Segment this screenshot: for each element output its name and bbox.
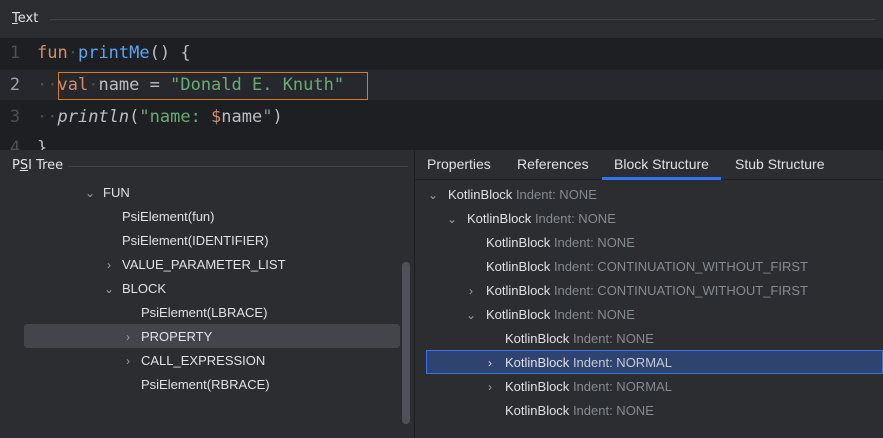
tree-item-property[interactable]: › PROPERTY: [122, 325, 212, 349]
block-tree-item[interactable]: KotlinBlock Indent: NONE: [505, 327, 654, 351]
block-tree-item[interactable]: KotlinBlock Indent: NONE: [486, 231, 635, 255]
block-tree-item[interactable]: KotlinBlock Indent: CONTINUATION_WITHOUT…: [486, 255, 808, 279]
chevron-right-icon[interactable]: ›: [465, 279, 477, 303]
text-section-header: Text: [0, 0, 883, 38]
psi-tree-panel: PSI Tree ⌄ FUN PsiElement(fun) PsiElemen…: [0, 150, 414, 438]
tab-bar: Properties References Block Structure St…: [415, 150, 883, 180]
block-tree-item[interactable]: ⌄ KotlinBlock Indent: NONE: [446, 207, 616, 231]
chevron-down-icon[interactable]: ⌄: [103, 277, 115, 301]
chevron-right-icon[interactable]: ›: [484, 375, 496, 399]
block-tree-item[interactable]: › KotlinBlock Indent: NORMAL: [484, 375, 672, 399]
tree-item-block[interactable]: ⌄ BLOCK: [103, 277, 166, 301]
block-tree-item[interactable]: KotlinBlock Indent: NONE: [505, 399, 654, 423]
code-editor[interactable]: 1 2 3 4 fun·printMe() { ··val·name = "Do…: [0, 38, 883, 150]
tree-item-fun[interactable]: ⌄ FUN: [84, 181, 130, 205]
tree-item[interactable]: PsiElement(IDENTIFIER): [122, 229, 269, 253]
block-tree-item[interactable]: › KotlinBlock Indent: CONTINUATION_WITHO…: [465, 279, 808, 303]
line-number: 4: [9, 138, 21, 150]
chevron-right-icon[interactable]: ›: [484, 351, 496, 375]
block-tree-item-selected[interactable]: › KotlinBlock Indent: NORMAL: [484, 351, 672, 375]
block-tree-item[interactable]: ⌄ KotlinBlock Indent: NONE: [427, 183, 597, 207]
block-tree-item[interactable]: ⌄ KotlinBlock Indent: NONE: [465, 303, 635, 327]
tree-item-call-expression[interactable]: › CALL_EXPRESSION: [122, 349, 265, 373]
tab-properties[interactable]: Properties: [415, 150, 503, 180]
chevron-right-icon[interactable]: ›: [122, 349, 134, 373]
code-line-2[interactable]: ··val·name = "Donald E. Knuth": [37, 75, 344, 95]
tree-item[interactable]: PsiElement(RBRACE): [141, 373, 270, 397]
psi-tree-title: PSI Tree: [12, 158, 408, 173]
vertical-scrollbar[interactable]: [402, 262, 410, 424]
chevron-down-icon[interactable]: ⌄: [446, 207, 458, 231]
line-number: 3: [9, 107, 21, 127]
tab-references[interactable]: References: [505, 150, 601, 180]
chevron-down-icon[interactable]: ⌄: [84, 181, 96, 205]
structure-panel: Properties References Block Structure St…: [415, 150, 883, 438]
tree-item-value-parameter-list[interactable]: › VALUE_PARAMETER_LIST: [103, 253, 286, 277]
code-line-3[interactable]: ··println("name: $name"): [37, 107, 283, 127]
chevron-right-icon[interactable]: ›: [103, 253, 115, 277]
header-divider: [50, 19, 875, 20]
tab-stub-structure[interactable]: Stub Structure: [723, 150, 837, 180]
text-section-title: Text: [12, 11, 39, 26]
chevron-right-icon[interactable]: ›: [122, 325, 134, 349]
line-number: 2: [9, 75, 21, 95]
line-number: 1: [9, 43, 21, 63]
tab-block-structure[interactable]: Block Structure: [602, 150, 721, 180]
chevron-down-icon[interactable]: ⌄: [427, 183, 439, 207]
chevron-down-icon[interactable]: ⌄: [465, 303, 477, 327]
code-line-4[interactable]: }: [37, 138, 47, 150]
tree-item[interactable]: PsiElement(fun): [122, 205, 214, 229]
tree-item[interactable]: PsiElement(LBRACE): [141, 301, 267, 325]
code-line-1[interactable]: fun·printMe() {: [37, 43, 191, 63]
